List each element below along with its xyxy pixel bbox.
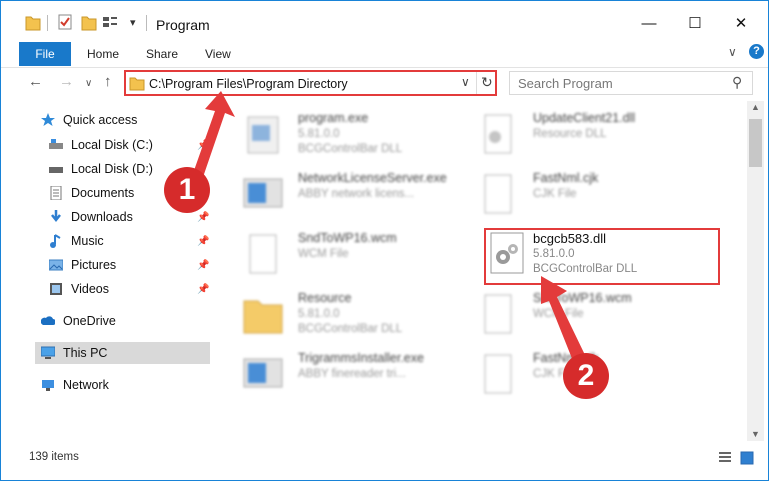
callout-2: 2 (563, 353, 609, 399)
explorer-window: ▾ Program — ☐ ✕ File Home Share View ∨ ?… (0, 0, 769, 481)
annotation-arrows (191, 91, 585, 361)
callout-1: 1 (164, 167, 210, 213)
arrow-2 (541, 276, 585, 361)
